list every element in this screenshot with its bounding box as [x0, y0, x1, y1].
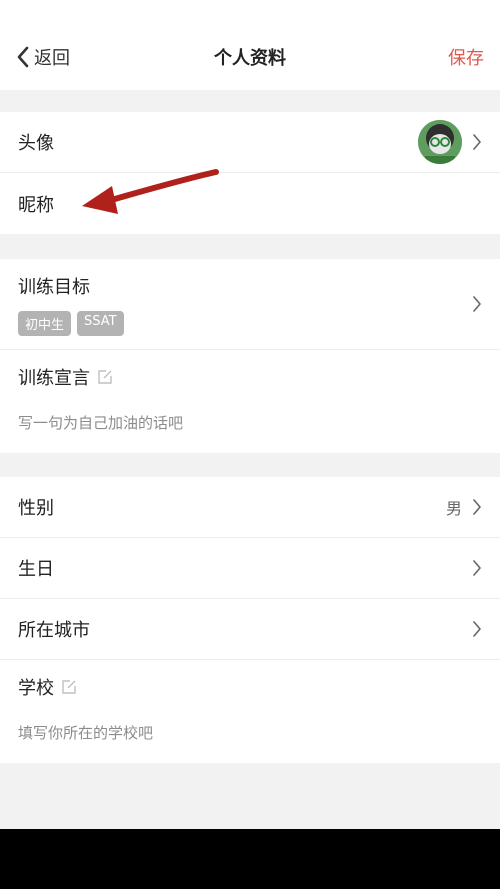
chevron-right-icon [472, 295, 482, 313]
gender-value: 男 [445, 499, 462, 518]
declaration-placeholder[interactable]: 写一句为自己加油的话吧 [18, 412, 482, 433]
city-row[interactable]: 所在城市 [0, 599, 500, 660]
chevron-left-icon [16, 46, 30, 68]
goal-tag: SSAT [77, 311, 124, 336]
avatar[interactable] [418, 120, 462, 164]
save-button[interactable]: 保存 [448, 44, 484, 70]
school-label: 学校 [18, 678, 54, 699]
edit-icon [62, 680, 76, 694]
training-declaration-label: 训练宣言 [18, 368, 90, 389]
bottom-bar [0, 829, 500, 889]
back-button[interactable]: 返回 [16, 44, 70, 70]
training-group: 训练目标 初中生 SSAT 训练宣言 写一句为自己加油的话吧 [0, 259, 500, 453]
edit-icon [98, 370, 112, 384]
chevron-right-icon [472, 133, 482, 151]
city-label: 所在城市 [18, 620, 90, 641]
gender-label: 性别 [18, 498, 54, 519]
birthday-row[interactable]: 生日 [0, 538, 500, 599]
section-spacer [0, 234, 500, 259]
info-group: 性别 男 生日 所在城市 学校 填写你所在的学校吧 [0, 477, 500, 763]
profile-group: 头像 昵称 [0, 112, 500, 234]
avatar-row-right [418, 120, 482, 164]
status-bar [0, 0, 500, 24]
school-row[interactable]: 学校 填写你所在的学校吧 [0, 660, 500, 763]
page-title: 个人资料 [214, 48, 286, 69]
nav-bar: 返回 个人资料 保存 [0, 24, 500, 90]
goal-tags: 初中生 SSAT [18, 311, 482, 336]
chevron-right-icon [472, 620, 482, 638]
section-spacer [0, 453, 500, 477]
avatar-row[interactable]: 头像 [0, 112, 500, 173]
training-goal-row[interactable]: 训练目标 初中生 SSAT [0, 259, 500, 350]
goal-tag: 初中生 [18, 311, 72, 336]
birthday-label: 生日 [18, 559, 54, 580]
avatar-label: 头像 [18, 133, 54, 154]
birthday-row-right [472, 559, 482, 577]
nickname-label: 昵称 [18, 194, 54, 216]
gender-row[interactable]: 性别 男 [0, 477, 500, 538]
city-row-right [472, 620, 482, 638]
chevron-right-icon [472, 559, 482, 577]
training-declaration-row[interactable]: 训练宣言 写一句为自己加油的话吧 [0, 350, 500, 453]
chevron-right-icon [472, 498, 482, 516]
school-placeholder[interactable]: 填写你所在的学校吧 [18, 722, 482, 743]
gender-row-right: 男 [446, 495, 482, 519]
training-goal-label: 训练目标 [18, 277, 90, 298]
section-spacer [0, 90, 500, 112]
nickname-row[interactable]: 昵称 [0, 173, 500, 234]
back-label: 返回 [34, 48, 70, 69]
